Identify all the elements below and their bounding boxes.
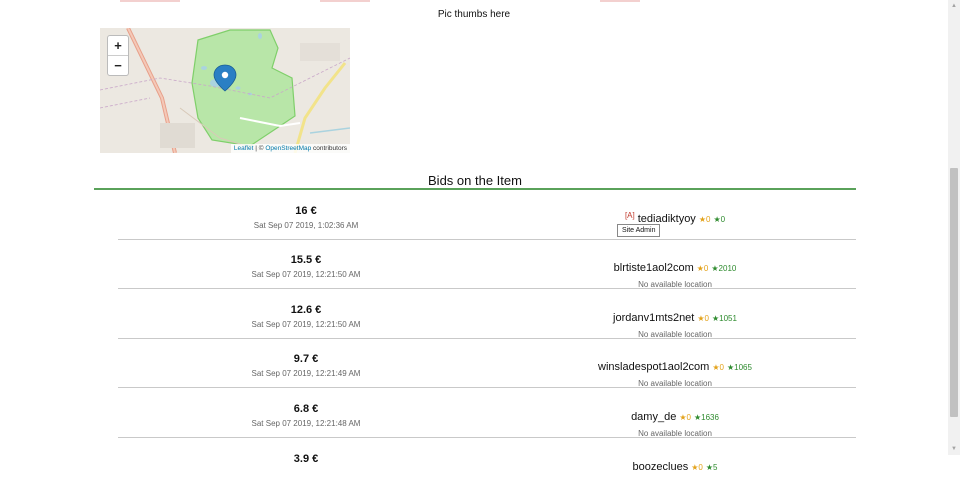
attribution-suffix: contributors [311, 145, 347, 152]
scroll-up-arrow-icon[interactable]: ▲ [948, 0, 960, 12]
star-icon-feedback: ★0 [713, 215, 726, 224]
zoom-out-button[interactable]: − [108, 55, 128, 75]
bidder-username[interactable]: winsladespot1aol2com [598, 361, 709, 373]
bid-amount: 9.7 € [293, 353, 319, 365]
site-admin-tooltip: Site Admin [617, 224, 661, 237]
bidder-location: No available location [638, 280, 712, 289]
leaflet-link[interactable]: Leaflet [234, 145, 254, 152]
star-icon-rating: ★0 [691, 463, 703, 472]
bid-row: 16 € Sat Sep 07 2019, 1:02:36 AM [A] tedi… [118, 190, 856, 240]
bid-date: Sat Sep 07 2019, 12:21:50 AM [251, 270, 361, 279]
site-admin-badge[interactable]: [A] [625, 211, 635, 220]
bid-amount: 16 € [295, 205, 317, 217]
bid-amount: 15.5 € [290, 254, 322, 266]
bidder-username[interactable]: blrtiste1aol2com [614, 262, 694, 274]
bidder-username[interactable]: boozeclues [633, 461, 689, 473]
bid-row: 9.7 € Sat Sep 07 2019, 12:21:49 AM winsl… [118, 338, 856, 388]
bid-row: 12.6 € Sat Sep 07 2019, 12:21:50 AM jord… [118, 289, 856, 339]
star-icon-rating: ★0 [697, 314, 709, 323]
bid-date: Sat Sep 07 2019, 12:21:48 AM [251, 419, 361, 428]
star-icon-rating: ★0 [679, 413, 691, 422]
map-zoom-control: + − [107, 35, 129, 76]
bid-date: Sat Sep 07 2019, 1:02:36 AM [253, 221, 359, 230]
scroll-down-arrow-icon[interactable]: ▼ [948, 443, 960, 455]
star-icon-rating: ★0 [698, 215, 711, 224]
scrollbar-thumb[interactable] [950, 168, 958, 417]
star-icon-rating: ★0 [712, 363, 724, 372]
bid-amount: 12.6 € [290, 304, 322, 316]
attribution-separator: | © [253, 145, 266, 152]
star-icon-feedback: ★1051 [711, 314, 737, 323]
bidder-username[interactable]: jordanv1mts2net [613, 312, 694, 324]
bid-date: Sat Sep 07 2019, 12:21:50 AM [251, 320, 361, 329]
bid-row: 15.5 € Sat Sep 07 2019, 12:21:50 AM blrt… [118, 239, 856, 289]
location-map[interactable]: + − Leaflet | © OpenStreetMap contributo… [100, 28, 350, 153]
openstreetmap-link[interactable]: OpenStreetMap [265, 145, 311, 152]
star-icon-rating: ★0 [696, 264, 709, 273]
map-tiles [100, 28, 350, 153]
bidder-location: No available location [638, 429, 712, 438]
map-attribution: Leaflet | © OpenStreetMap contributors [230, 144, 350, 153]
top-edge-strip [0, 0, 948, 3]
bidder-username[interactable]: damy_de [631, 411, 676, 423]
bidder-location: No available location [638, 379, 712, 388]
star-icon-feedback: ★1065 [726, 363, 752, 372]
bid-amount: 6.8 € [293, 403, 319, 415]
bid-row: 3.9 € boozeclues ★0 ★5 [118, 438, 856, 487]
bids-section-title: Bids on the Item [428, 173, 522, 188]
star-icon-feedback: ★2010 [711, 264, 737, 273]
star-icon-feedback: ★5 [705, 463, 718, 472]
zoom-in-button[interactable]: + [108, 36, 128, 55]
bid-date: Sat Sep 07 2019, 12:21:49 AM [251, 369, 361, 378]
vertical-scrollbar[interactable]: ▲ ▼ [948, 0, 960, 455]
pic-thumbs-placeholder: Pic thumbs here [437, 9, 511, 20]
star-icon-feedback: ★1636 [693, 413, 719, 422]
bid-row: 6.8 € Sat Sep 07 2019, 12:21:48 AM damy_… [118, 388, 856, 438]
